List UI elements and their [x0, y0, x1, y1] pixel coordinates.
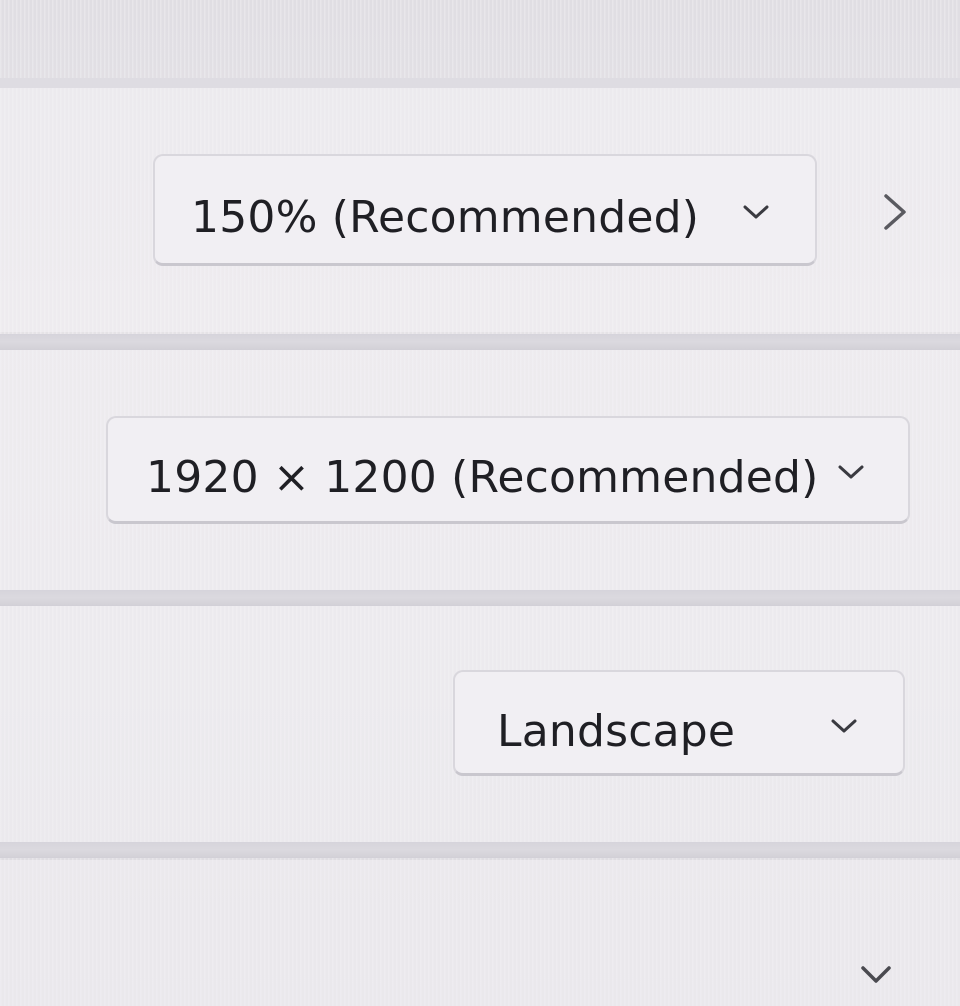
scale-dropdown-value: 150% (Recommended): [191, 192, 700, 243]
section-separator: [0, 78, 960, 88]
orientation-dropdown[interactable]: Landscape: [453, 670, 905, 776]
scale-dropdown[interactable]: 150% (Recommended): [153, 154, 817, 266]
next-setting-row: [0, 860, 960, 1006]
chevron-right-icon[interactable]: [880, 190, 910, 238]
chevron-down-icon: [836, 462, 866, 482]
chevron-down-icon[interactable]: [858, 962, 894, 992]
chevron-down-icon: [829, 716, 859, 736]
orientation-dropdown-value: Landscape: [497, 706, 736, 757]
resolution-dropdown-value: 1920 × 1200 (Recommended): [146, 452, 819, 503]
section-divider: [0, 590, 960, 606]
display-settings-screen: 150% (Recommended) 1920 × 1200 (Recommen…: [0, 0, 960, 1006]
chevron-down-icon: [741, 202, 771, 222]
section-divider: [0, 334, 960, 350]
section-divider: [0, 842, 960, 858]
resolution-dropdown[interactable]: 1920 × 1200 (Recommended): [106, 416, 910, 524]
